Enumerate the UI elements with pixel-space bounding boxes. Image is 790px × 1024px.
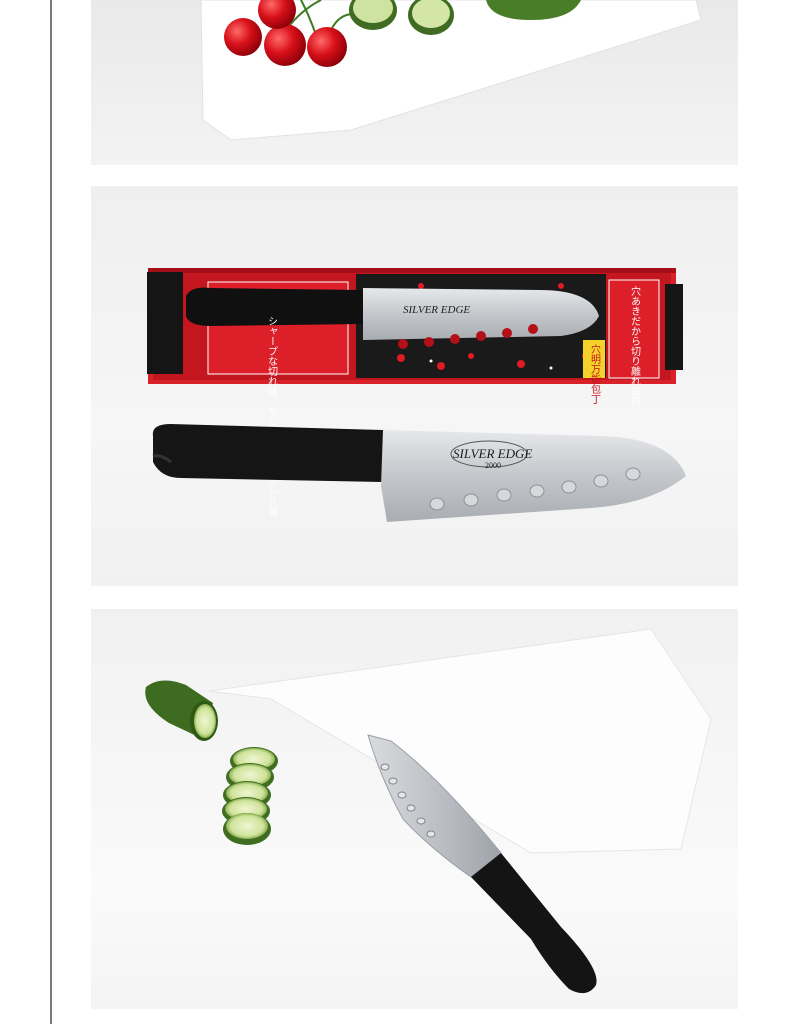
photo-knife-with-package: SILVER EDGE シャープな切れ味。サビに強いステンレス製 穴あきだから切… — [91, 186, 738, 586]
knife-cucumber-illustration — [145, 628, 712, 994]
package-knife-illustration: SILVER EDGE シャープな切れ味。サビに強いステンレス製 穴あきだから切… — [147, 268, 686, 522]
loose-santoku-knife: SILVER EDGE 2000 — [152, 424, 686, 522]
knife-brand-label: SILVER EDGE — [453, 446, 532, 461]
box-main-tag: 穴明万能包丁 — [589, 343, 601, 404]
photo-knife-with-cucumber — [91, 609, 738, 1009]
left-divider-line — [50, 0, 52, 1024]
box-feature-text: シャープな切れ味。サビに強いステンレス製 — [266, 316, 278, 517]
box-side-text: 穴あきだから切り離れ抜群。 — [629, 285, 641, 416]
cherries-cucumber-illustration — [200, 0, 702, 141]
knife-model-label: 2000 — [485, 461, 501, 470]
photo-cutting-board-cherries — [91, 0, 738, 165]
boxed-knife-brand: SILVER EDGE — [403, 304, 470, 316]
cucumber-piece — [145, 680, 218, 741]
cucumber-slices — [222, 747, 278, 845]
